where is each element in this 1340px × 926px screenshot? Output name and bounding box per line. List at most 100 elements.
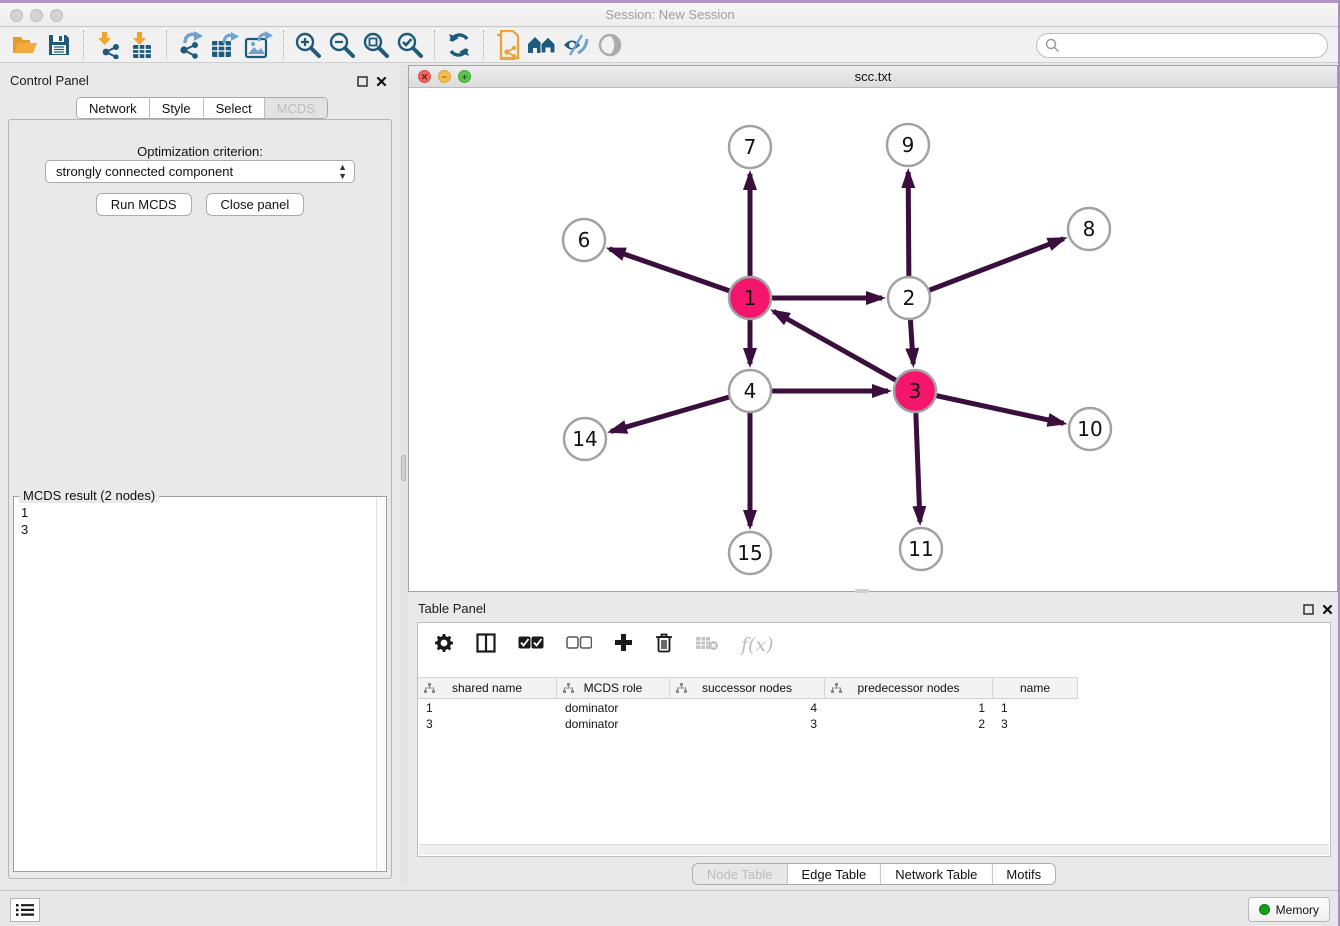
graph-node-label-6: 6 bbox=[578, 228, 591, 252]
cell-successor-nodes[interactable]: 3 bbox=[670, 716, 825, 732]
table-row[interactable]: 3 dominator 3 2 3 bbox=[418, 716, 1078, 732]
search-box bbox=[1036, 33, 1328, 58]
window-title: Session: New Session bbox=[0, 7, 1340, 22]
mcds-result-text[interactable]: 1 3 bbox=[15, 500, 376, 870]
table-panel: Table Panel bbox=[408, 597, 1340, 886]
network-from-clipboard-icon[interactable] bbox=[491, 29, 525, 61]
import-table-icon[interactable] bbox=[125, 29, 159, 61]
column-header-mcds-role[interactable]: MCDS role bbox=[557, 678, 670, 698]
column-icon[interactable] bbox=[476, 633, 496, 658]
tab-select[interactable]: Select bbox=[204, 98, 265, 118]
table-row[interactable]: 1 dominator 4 1 1 bbox=[418, 700, 1078, 716]
criterion-value: strongly connected component bbox=[56, 164, 233, 179]
result-scrollbar[interactable] bbox=[376, 498, 385, 870]
network-window: ✕ − + scc.txt 7968124314101511 bbox=[408, 65, 1338, 592]
network-canvas[interactable]: 7968124314101511 bbox=[409, 88, 1337, 591]
graph-node-label-11: 11 bbox=[908, 537, 933, 561]
graph-edge-2-8[interactable] bbox=[909, 239, 1064, 298]
column-header-shared-name[interactable]: shared name bbox=[418, 678, 557, 698]
status-bar: Memory bbox=[0, 890, 1340, 926]
table-toolbar: f(x) bbox=[418, 623, 1330, 667]
select-all-icon[interactable] bbox=[518, 636, 544, 654]
network-window-titlebar[interactable]: ✕ − + scc.txt bbox=[409, 66, 1337, 88]
graph-edge-1-6[interactable] bbox=[609, 249, 750, 298]
export-image-icon[interactable] bbox=[242, 29, 276, 61]
cell-mcds-role[interactable]: dominator bbox=[557, 716, 670, 732]
cell-shared-name[interactable]: 3 bbox=[418, 716, 557, 732]
toolbar-separator bbox=[283, 30, 284, 60]
close-table-panel-icon[interactable] bbox=[1322, 602, 1333, 620]
delete-icon[interactable] bbox=[655, 633, 673, 658]
tab-edge-table[interactable]: Edge Table bbox=[787, 864, 881, 884]
function-builder-icon: f(x) bbox=[741, 634, 774, 656]
window-resize-grip[interactable] bbox=[855, 589, 869, 593]
graph-edge-3-1[interactable] bbox=[774, 311, 915, 391]
task-history-button[interactable] bbox=[10, 898, 40, 922]
save-session-icon[interactable] bbox=[42, 29, 76, 61]
export-network-icon[interactable] bbox=[174, 29, 208, 61]
toolbar-separator bbox=[166, 30, 167, 60]
main-toolbar bbox=[0, 28, 1340, 63]
close-panel-icon[interactable] bbox=[376, 74, 387, 92]
zoom-out-icon[interactable] bbox=[325, 29, 359, 61]
graph-edges[interactable] bbox=[609, 172, 1063, 526]
table-horizontal-scrollbar[interactable] bbox=[419, 844, 1329, 855]
graph-node-label-14: 14 bbox=[572, 427, 597, 451]
cell-predecessor-nodes[interactable]: 1 bbox=[825, 700, 993, 716]
homes-icon[interactable] bbox=[525, 29, 559, 61]
graph-edge-3-10[interactable] bbox=[915, 391, 1064, 423]
tab-node-table[interactable]: Node Table bbox=[693, 864, 788, 884]
table-panel-title: Table Panel bbox=[418, 601, 486, 616]
zoom-fit-icon[interactable] bbox=[359, 29, 393, 61]
cell-shared-name[interactable]: 1 bbox=[418, 700, 557, 716]
cell-mcds-role[interactable]: dominator bbox=[557, 700, 670, 716]
network-window-title: scc.txt bbox=[409, 69, 1337, 84]
tab-network[interactable]: Network bbox=[77, 98, 150, 118]
chevron-up-down-icon: ▲▼ bbox=[338, 163, 347, 181]
tab-mcds[interactable]: MCDS bbox=[265, 98, 327, 118]
tab-network-table[interactable]: Network Table bbox=[881, 864, 992, 884]
optimization-criterion-label: Optimization criterion: bbox=[9, 144, 391, 159]
close-panel-button[interactable]: Close panel bbox=[206, 193, 305, 216]
desktop-edge-top bbox=[0, 0, 1340, 3]
column-header-name[interactable]: name bbox=[993, 678, 1078, 698]
deselect-all-icon[interactable] bbox=[566, 636, 592, 654]
hide-details-icon[interactable] bbox=[559, 29, 593, 61]
zoom-in-icon[interactable] bbox=[291, 29, 325, 61]
cell-name[interactable]: 3 bbox=[993, 716, 1078, 732]
search-icon bbox=[1045, 38, 1060, 58]
open-session-icon[interactable] bbox=[8, 29, 42, 61]
import-network-icon[interactable] bbox=[91, 29, 125, 61]
graph-node-label-2: 2 bbox=[903, 286, 916, 310]
tab-motifs[interactable]: Motifs bbox=[992, 864, 1055, 884]
column-header-predecessor-nodes[interactable]: predecessor nodes bbox=[825, 678, 993, 698]
mcds-panel: Optimization criterion: strongly connect… bbox=[8, 119, 392, 879]
panel-splitter[interactable] bbox=[400, 65, 408, 886]
cell-successor-nodes[interactable]: 4 bbox=[670, 700, 825, 716]
tab-style[interactable]: Style bbox=[150, 98, 204, 118]
graph-node-label-1: 1 bbox=[744, 286, 757, 310]
float-table-panel-icon[interactable] bbox=[1303, 602, 1314, 620]
refresh-layout-icon[interactable] bbox=[442, 29, 476, 61]
gear-icon[interactable] bbox=[434, 633, 454, 658]
attribute-icon bbox=[424, 683, 435, 697]
toolbar-separator bbox=[83, 30, 84, 60]
control-panel-title: Control Panel bbox=[10, 73, 89, 88]
search-input[interactable] bbox=[1036, 33, 1328, 58]
cell-name[interactable]: 1 bbox=[993, 700, 1078, 716]
add-column-icon[interactable] bbox=[614, 633, 633, 657]
criterion-select[interactable]: strongly connected component ▲▼ bbox=[45, 160, 355, 183]
graph-node-label-4: 4 bbox=[744, 379, 757, 403]
memory-button[interactable]: Memory bbox=[1248, 897, 1330, 922]
float-panel-icon[interactable] bbox=[357, 74, 368, 92]
splitter-grip[interactable] bbox=[401, 455, 406, 481]
cell-predecessor-nodes[interactable]: 2 bbox=[825, 716, 993, 732]
delete-table-icon bbox=[695, 635, 719, 656]
run-mcds-button[interactable]: Run MCDS bbox=[96, 193, 192, 216]
table-header-row: shared name MCDS role successor nodes pr… bbox=[418, 677, 1078, 699]
export-table-icon[interactable] bbox=[208, 29, 242, 61]
column-header-successor-nodes[interactable]: successor nodes bbox=[670, 678, 825, 698]
toolbar-separator bbox=[434, 30, 435, 60]
zoom-selected-icon[interactable] bbox=[393, 29, 427, 61]
graph-node-label-10: 10 bbox=[1077, 417, 1102, 441]
